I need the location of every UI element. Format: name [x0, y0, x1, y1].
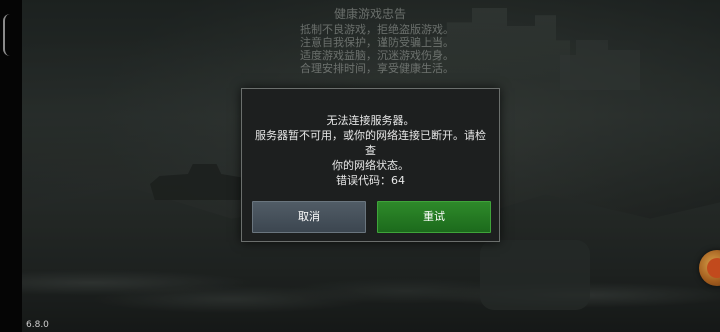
version-label: 6.8.0	[26, 320, 49, 330]
error-code: 错误代码：64	[336, 174, 405, 187]
dialog-body-line: 你的网络状态。	[332, 159, 409, 172]
edge-handle-icon	[3, 14, 10, 56]
dialog-message: 无法连接服务器。 服务器暂不可用，或你的网络连接已断开。请检查 你的网络状态。 …	[250, 113, 491, 188]
retry-button[interactable]: 重试	[377, 201, 491, 233]
health-notice-line: 抵制不良游戏，拒绝盗版游戏。	[300, 23, 454, 36]
connection-error-dialog: 无法连接服务器。 服务器暂不可用，或你的网络连接已断开。请检查 你的网络状态。 …	[241, 88, 500, 242]
health-notice-line: 注意自我保护，谨防受骗上当。	[300, 36, 454, 49]
dialog-body-line: 服务器暂不可用，或你的网络连接已断开。请检查	[255, 129, 486, 157]
badge-emblem-icon	[707, 258, 720, 278]
health-notice: 健康游戏忠告 抵制不良游戏，拒绝盗版游戏。 注意自我保护，谨防受骗上当。 适度游…	[300, 7, 454, 76]
health-notice-title: 健康游戏忠告	[333, 7, 406, 21]
dialog-title: 无法连接服务器。	[326, 114, 415, 127]
cancel-button[interactable]: 取消	[252, 201, 366, 233]
health-notice-line: 适度游戏益脑，沉迷游戏伤身。	[300, 49, 454, 62]
left-edge-bar	[0, 0, 22, 332]
game-screen: 健康游戏忠告 抵制不良游戏，拒绝盗版游戏。 注意自我保护，谨防受骗上当。 适度游…	[0, 0, 720, 332]
health-notice-line: 合理安排时间，享受健康生活。	[300, 62, 454, 75]
